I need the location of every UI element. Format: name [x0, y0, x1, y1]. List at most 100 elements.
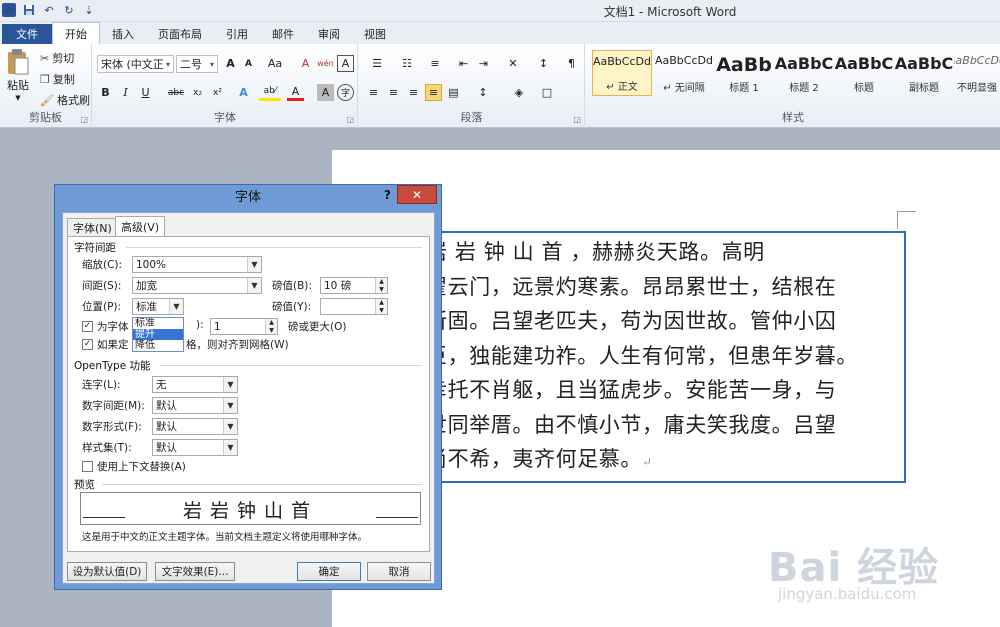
character-shading-button[interactable]: A [317, 84, 334, 101]
paste-button[interactable]: 粘贴 ▼ [6, 48, 30, 102]
spin-down-icon[interactable]: ▼ [376, 285, 387, 293]
italic-button[interactable]: I [117, 84, 134, 101]
cut-button[interactable]: ✂ 剪切 [40, 50, 74, 66]
spin-down-icon[interactable]: ▼ [376, 306, 387, 314]
tab-page-layout[interactable]: 页面布局 [146, 24, 214, 44]
kerning-checkbox[interactable]: ✓ [82, 321, 93, 332]
tab-home[interactable]: 开始 [52, 22, 100, 44]
position-by-input[interactable]: ▲ ▼ [320, 298, 388, 315]
kerning-input[interactable]: 1 ▲ ▼ [210, 318, 278, 335]
chinese-layout-icon[interactable]: ✕ [501, 55, 525, 72]
margin-mark [898, 211, 916, 229]
change-case-button[interactable]: Aa [263, 55, 287, 72]
tab-references[interactable]: 引用 [214, 24, 260, 44]
shading-icon[interactable]: ◈ [507, 84, 531, 101]
font-color-button[interactable]: A [287, 84, 304, 101]
spin-up-icon[interactable]: ▲ [266, 319, 277, 327]
borders-icon[interactable]: □ [535, 84, 559, 101]
line-spacing-icon[interactable]: ↕ [471, 84, 495, 101]
tab-font[interactable]: 字体(N) [67, 218, 118, 236]
spacing-select[interactable]: 加宽 ▼ [132, 277, 262, 294]
increase-indent-icon[interactable]: ⇥ [475, 55, 492, 72]
position-option[interactable]: 提升 [133, 329, 183, 340]
style-normal[interactable]: AaBbCcDd ↵ 正文 [592, 50, 652, 96]
style-title[interactable]: AaBbC 标题 [834, 50, 894, 96]
ligatures-select[interactable]: 无 ▼ [152, 376, 238, 393]
style-subtle-emphasis[interactable]: AaBbCcDd 不明显强 [954, 50, 1000, 96]
spin-up-icon[interactable]: ▲ [376, 299, 387, 307]
style-subtitle[interactable]: AaBbC 副标题 [894, 50, 954, 96]
align-center-icon[interactable]: ≡ [385, 84, 402, 101]
character-border-button[interactable]: A [337, 55, 354, 72]
text-line: 尚不希，夷齐何足慕。 [434, 447, 642, 471]
format-painter-button[interactable]: 🖌 格式刷 [40, 92, 90, 108]
spin-up-icon[interactable]: ▲ [376, 278, 387, 286]
style-heading-1[interactable]: AaBb 标题 1 [714, 50, 774, 96]
ok-button[interactable]: 确定 [297, 562, 361, 581]
contextual-alternates-checkbox[interactable] [82, 461, 93, 472]
help-icon[interactable]: ? [384, 188, 391, 202]
close-button[interactable]: ✕ [397, 185, 437, 204]
justify-icon[interactable]: ≡ [425, 84, 442, 101]
highlight-button[interactable]: ab⁄ [259, 84, 281, 101]
position-option[interactable]: 标准 [133, 318, 183, 329]
phonetic-guide-button[interactable]: wén [317, 55, 334, 72]
cancel-button[interactable]: 取消 [367, 562, 431, 581]
font-launcher-icon[interactable]: ◲ [346, 115, 354, 124]
paste-dropdown-icon[interactable]: ▼ [15, 94, 20, 102]
snap-grid-checkbox[interactable]: ✓ [82, 339, 93, 350]
stylistic-sets-select[interactable]: 默认 ▼ [152, 439, 238, 456]
spacing-by-input[interactable]: 10 磅 ▲ ▼ [320, 277, 388, 294]
tab-file[interactable]: 文件 [2, 24, 52, 44]
sort-icon[interactable]: ↕ [535, 55, 552, 72]
style-name: 标题 2 [789, 83, 819, 94]
grow-font-button[interactable]: A [222, 55, 239, 72]
tab-advanced[interactable]: 高级(V) [115, 216, 166, 236]
contextual-alternates-label: 使用上下文替换(A) [97, 461, 186, 473]
paragraph-launcher-icon[interactable]: ◲ [573, 115, 581, 124]
font-dialog: 字体 ? ✕ 字体(N) 高级(V) 字符间距 缩放(C): 100% ▼ 间距(… [54, 184, 442, 590]
tab-view[interactable]: 视图 [352, 24, 398, 44]
font-name-combo[interactable]: 宋体 (中文正 ▾ [97, 55, 174, 73]
position-select[interactable]: 标准 ▼ [132, 298, 184, 315]
font-size-combo[interactable]: 二号 ▾ [176, 55, 218, 73]
text-effects-button[interactable]: 文字效果(E)... [155, 562, 235, 581]
distributed-icon[interactable]: ▤ [445, 84, 462, 101]
font-size-value: 二号 [180, 58, 202, 71]
tab-review[interactable]: 审阅 [306, 24, 352, 44]
shrink-font-button[interactable]: A [240, 55, 257, 72]
snap-grid-tail: 格，则对齐到网格(W) [186, 339, 289, 351]
superscript-button[interactable]: x² [209, 84, 226, 101]
copy-button[interactable]: ❐ 复制 [40, 71, 75, 87]
tab-insert[interactable]: 插入 [100, 24, 146, 44]
position-option[interactable]: 降低 [133, 340, 183, 351]
decrease-indent-icon[interactable]: ⇤ [455, 55, 472, 72]
style-sample: AaBbCcDd [655, 54, 713, 67]
tab-mailings[interactable]: 邮件 [260, 24, 306, 44]
strikethrough-button[interactable]: abc [165, 84, 187, 101]
bullets-icon[interactable]: ☰ [365, 55, 389, 72]
bold-button[interactable]: B [97, 84, 114, 101]
subscript-button[interactable]: x₂ [189, 84, 206, 101]
align-left-icon[interactable]: ≡ [365, 84, 382, 101]
show-marks-icon[interactable]: ¶ [563, 55, 580, 72]
enclose-characters-button[interactable]: 字 [337, 84, 354, 101]
clear-formatting-button[interactable]: A [297, 55, 314, 72]
style-heading-2[interactable]: AaBbC 标题 2 [774, 50, 834, 96]
watermark-url: jingyan.baidu.com [778, 585, 917, 603]
number-forms-select[interactable]: 默认 ▼ [152, 418, 238, 435]
clipboard-launcher-icon[interactable]: ◲ [80, 115, 88, 124]
numbering-icon[interactable]: ☷ [395, 55, 419, 72]
multilevel-list-icon[interactable]: ≡ [423, 55, 447, 72]
spin-down-icon[interactable]: ▼ [266, 326, 277, 334]
text-effects-button[interactable]: A [235, 84, 252, 101]
number-spacing-select[interactable]: 默认 ▼ [152, 397, 238, 414]
scale-select[interactable]: 100% ▼ [132, 256, 262, 273]
poem-text[interactable]: 岩 岩 钟 山 首 ，赫赫炎天路。高明 翟云门，远景灼寒素。昂昂累世士，结根在 … [434, 235, 898, 480]
style-no-spacing[interactable]: AaBbCcDd ↵ 无间隔 [654, 50, 714, 96]
text-box[interactable]: 岩 岩 钟 山 首 ，赫赫炎天路。高明 翟云门，远景灼寒素。昂昂累世士，结根在 … [434, 231, 906, 483]
underline-button[interactable]: U [137, 84, 154, 101]
align-right-icon[interactable]: ≡ [405, 84, 422, 101]
brush-icon: 🖌 [40, 93, 54, 107]
set-default-button[interactable]: 设为默认值(D) [67, 562, 147, 581]
